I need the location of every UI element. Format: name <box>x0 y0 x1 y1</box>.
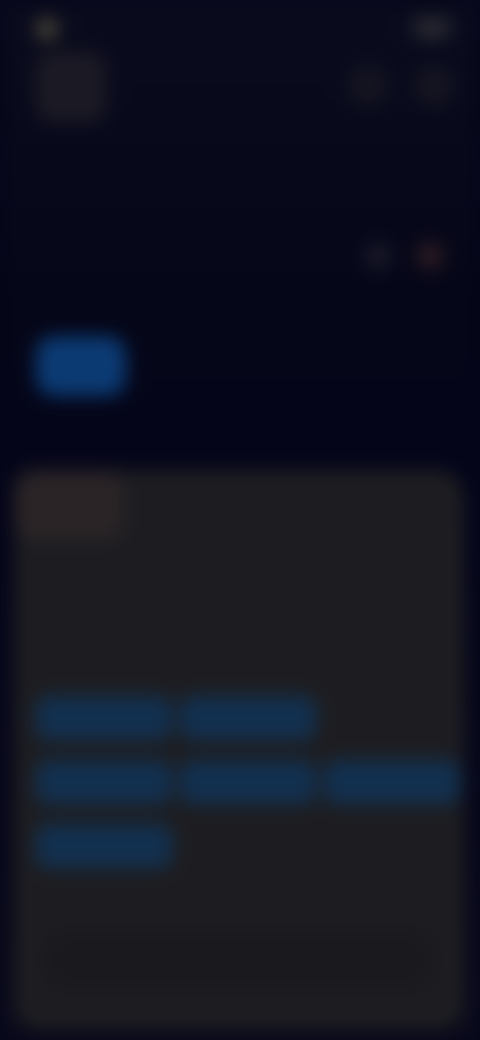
bottom-input-bar[interactable] <box>44 932 434 988</box>
suggestion-chip[interactable] <box>324 760 460 804</box>
suggestion-chip[interactable] <box>180 696 316 740</box>
header-action-icon[interactable] <box>348 66 388 106</box>
suggestion-chip[interactable] <box>36 760 172 804</box>
header-menu-icon[interactable] <box>414 66 454 106</box>
suggestion-chip[interactable] <box>36 824 172 868</box>
battery-icon <box>414 18 450 38</box>
status-indicator-icon <box>36 18 58 40</box>
primary-button[interactable] <box>36 336 126 396</box>
status-bar-right <box>390 18 450 40</box>
status-bar-left <box>30 18 120 40</box>
app-logo[interactable] <box>36 52 106 122</box>
suggestion-chip[interactable] <box>36 696 172 740</box>
card-tab[interactable] <box>14 470 124 540</box>
section-action-icon[interactable] <box>364 242 392 270</box>
bottom-sheet-card <box>14 470 464 1030</box>
section-close-icon[interactable] <box>416 242 444 270</box>
blurred-screen <box>0 0 480 1040</box>
suggestion-chip[interactable] <box>180 760 316 804</box>
